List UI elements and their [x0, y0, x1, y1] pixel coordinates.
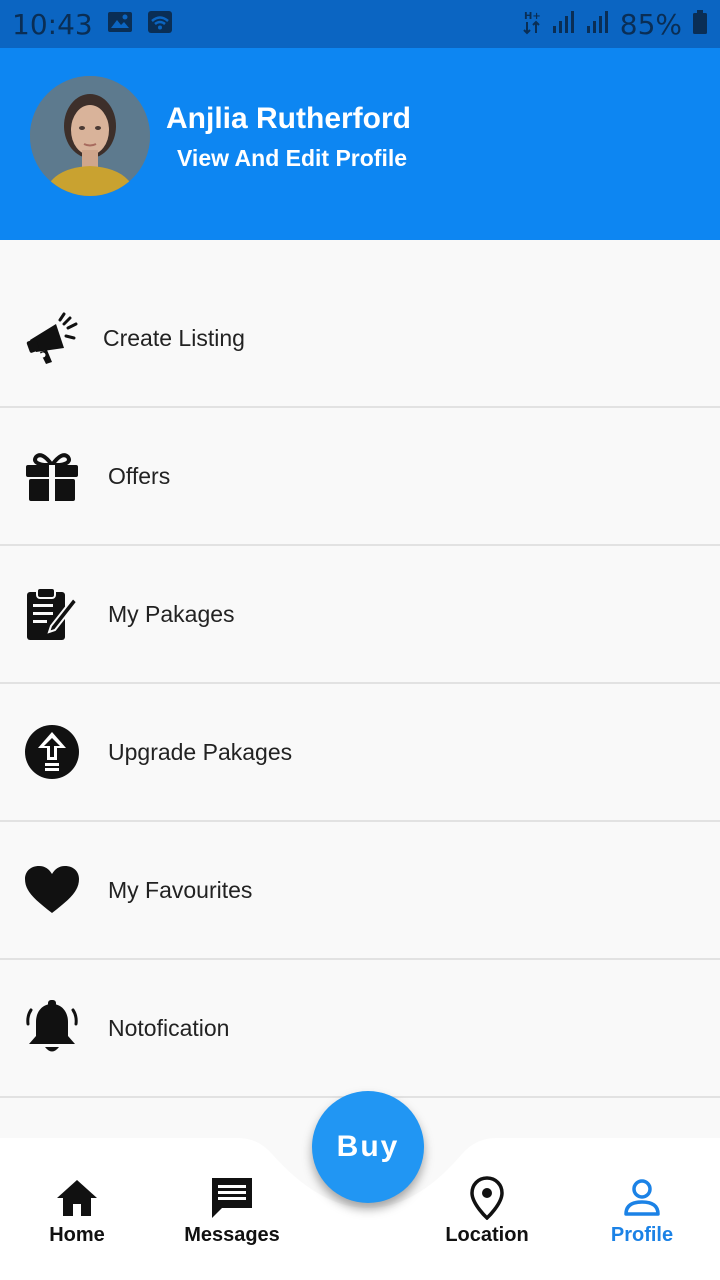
nav-label: Profile — [610, 1224, 674, 1246]
nav-profile[interactable]: Profile — [567, 1174, 717, 1274]
person-icon — [618, 1174, 666, 1222]
menu-item-label: My Favourites — [108, 876, 253, 903]
battery-icon — [692, 9, 708, 40]
menu-item-offers[interactable]: Offers — [0, 408, 720, 546]
bell-icon — [24, 1000, 80, 1056]
profile-header[interactable]: Anjlia Rutherford View And Edit Profile — [0, 48, 720, 240]
heart-icon — [24, 862, 80, 918]
nav-messages[interactable]: Messages — [157, 1174, 307, 1274]
menu-item-label: Upgrade Pakages — [108, 738, 293, 765]
svg-text:H+: H+ — [524, 11, 541, 22]
nav-label: Location — [445, 1224, 529, 1246]
message-icon — [208, 1174, 256, 1222]
nav-label: Messages — [184, 1224, 280, 1246]
battery-percent: 85% — [619, 7, 682, 41]
signal-icon — [552, 10, 576, 39]
menu-item-my-pakages[interactable]: My Pakages — [0, 546, 720, 684]
image-icon — [107, 11, 133, 38]
user-name: Anjlia Rutherford — [166, 102, 411, 135]
menu-item-label: Create Listing — [103, 324, 245, 351]
menu-item-label: My Pakages — [108, 600, 235, 627]
menu-item-notofication[interactable]: Notofication — [0, 960, 720, 1098]
home-icon — [53, 1174, 101, 1222]
clipboard-edit-icon — [24, 586, 80, 642]
menu-item-label: Notofication — [108, 1014, 230, 1041]
menu-item-my-favourites[interactable]: My Favourites — [0, 822, 720, 960]
status-bar: 10:43 H+ 85% — [0, 0, 720, 48]
menu-item-label: Offers — [108, 462, 171, 489]
buy-button[interactable]: Buy — [312, 1091, 424, 1203]
avatar[interactable] — [30, 76, 150, 196]
data-icon: H+ — [522, 9, 542, 40]
status-time: 10:43 — [12, 7, 93, 41]
location-pin-icon — [463, 1174, 511, 1222]
megaphone-icon — [24, 310, 80, 366]
menu-item-upgrade-pakages[interactable]: Upgrade Pakages — [0, 684, 720, 822]
nav-home[interactable]: Home — [2, 1174, 152, 1274]
upgrade-arrow-icon — [24, 724, 80, 780]
gift-icon — [24, 448, 80, 504]
wifi-icon — [147, 10, 173, 39]
nav-location[interactable]: Location — [412, 1174, 562, 1274]
signal-icon — [586, 10, 610, 39]
nav-label: Home — [49, 1224, 105, 1246]
menu-item-create-listing[interactable]: Create Listing — [0, 270, 720, 408]
view-edit-profile-link[interactable]: View And Edit Profile — [177, 145, 407, 172]
